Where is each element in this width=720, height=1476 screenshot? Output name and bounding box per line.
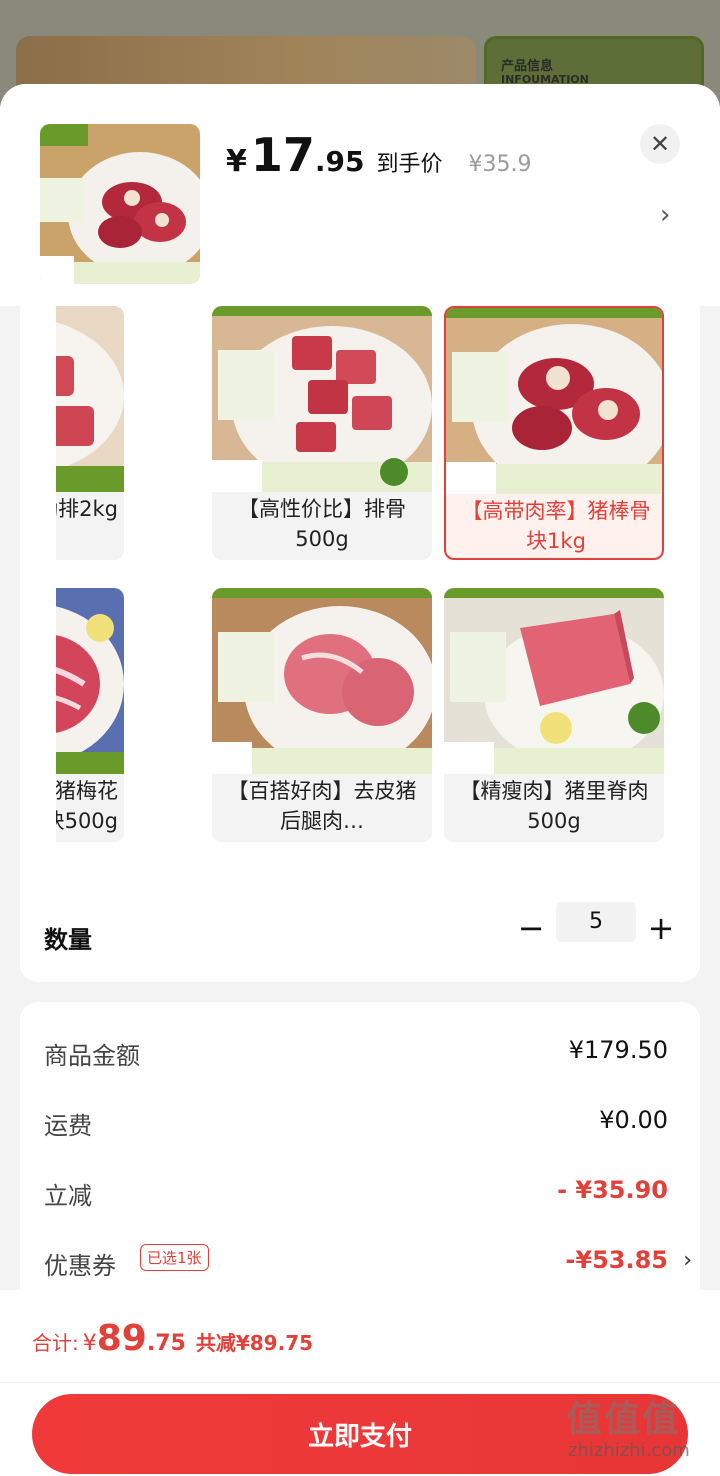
total-saved: 共减¥89.75 <box>195 1331 314 1355</box>
shipping-value: ¥0.00 <box>599 1106 668 1134</box>
total-currency: ¥ <box>82 1331 97 1356</box>
goods-amount-label: 商品金额 <box>44 1042 140 1070</box>
sheet-header: ¥ 17 .95 到手价 ¥35.9 ✕ › <box>0 84 720 306</box>
order-summary: 商品金额 ¥179.50 运费 ¥0.00 立减 - ¥35.90 优惠券 已选… <box>20 1002 700 1302</box>
coupon-value: -¥53.85 <box>565 1246 668 1274</box>
variant-option-selected[interactable]: 【高带肉率】猪棒骨块1kg <box>444 306 664 560</box>
price-integer: 17 <box>250 128 315 182</box>
variant-image <box>56 588 124 774</box>
variant-image <box>212 306 432 492</box>
variant-name: 【新款推荐】肋排2kg <box>56 497 118 521</box>
price-row: ¥ 17 .95 到手价 ¥35.9 <box>226 128 532 182</box>
watermark-url: zhizhizhi.com <box>568 1440 690 1461</box>
close-icon: ✕ <box>649 130 671 158</box>
purchase-sheet: ¥ 17 .95 到手价 ¥35.9 ✕ › 排2kg 【高性价比】排骨500g… <box>0 84 720 1476</box>
chevron-right-icon: › <box>683 1248 692 1273</box>
selected-product-thumbnail <box>40 124 200 284</box>
variant-option[interactable]: 【烧烤食材】猪梅花肉块500g <box>56 588 124 842</box>
quantity-input[interactable]: 5 <box>556 902 636 942</box>
price-symbol: ¥ <box>226 144 247 179</box>
shipping-label: 运费 <box>44 1112 92 1140</box>
quantity-decrement-button[interactable]: − <box>516 908 546 948</box>
variant-name: 【烧烤食材】猪梅花肉块500g <box>56 779 118 833</box>
quantity-increment-button[interactable]: + <box>646 908 676 948</box>
variant-name: 【精瘦肉】猪里脊肉500g <box>459 779 649 833</box>
total-integer: 89 <box>96 1318 147 1359</box>
options-card: 【新款推荐】肋排2kg <box>20 306 700 982</box>
summary-row-coupon[interactable]: 优惠券 已选1张 -¥53.85 › <box>44 1244 692 1286</box>
watermark: 值值值 zhizhizhi.com <box>566 1390 716 1470</box>
variant-image <box>446 308 662 494</box>
coupon-label: 优惠券 <box>44 1252 116 1280</box>
goods-amount-value: ¥179.50 <box>568 1036 668 1064</box>
info-title: 产品信息 <box>501 59 554 74</box>
variant-image <box>56 306 124 492</box>
price-label: 到手价 <box>376 152 443 177</box>
watermark-logo: 值值值 <box>566 1399 681 1440</box>
original-price: ¥35.9 <box>468 152 532 177</box>
variant-option[interactable]: 【精瘦肉】猪里脊肉500g <box>444 588 664 842</box>
total-decimal: .75 <box>146 1331 186 1356</box>
total-label: 合计: <box>32 1331 79 1355</box>
discount-value: - ¥35.90 <box>557 1176 668 1204</box>
summary-row-discount: 立减 - ¥35.90 <box>44 1176 676 1216</box>
coupon-selected-tag: 已选1张 <box>140 1244 209 1271</box>
quantity-label: 数量 <box>44 926 92 954</box>
variant-option[interactable]: 【百搭好肉】去皮猪后腿肉… <box>212 588 432 842</box>
variant-name: 【高带肉率】猪棒骨块1kg <box>461 499 651 553</box>
summary-row-shipping: 运费 ¥0.00 <box>44 1106 676 1146</box>
variant-image <box>212 588 432 774</box>
variant-option[interactable]: 【新款推荐】肋排2kg <box>56 306 124 560</box>
divider <box>0 1382 720 1383</box>
chevron-right-icon[interactable]: › <box>660 200 670 230</box>
variant-name: 【百搭好肉】去皮猪后腿肉… <box>227 779 417 833</box>
discount-label: 立减 <box>44 1182 92 1210</box>
total-row: 合计: ¥ 89 .75 共减¥89.75 <box>32 1318 313 1359</box>
variant-option[interactable]: 【高性价比】排骨500g <box>212 306 432 560</box>
price-decimal: .95 <box>314 145 365 178</box>
variant-image <box>444 588 664 774</box>
summary-row-goods: 商品金额 ¥179.50 <box>44 1036 676 1076</box>
variant-name: 【高性价比】排骨500g <box>238 497 406 551</box>
product-variant-grid: 【新款推荐】肋排2kg <box>56 306 684 876</box>
close-button[interactable]: ✕ <box>640 124 680 164</box>
